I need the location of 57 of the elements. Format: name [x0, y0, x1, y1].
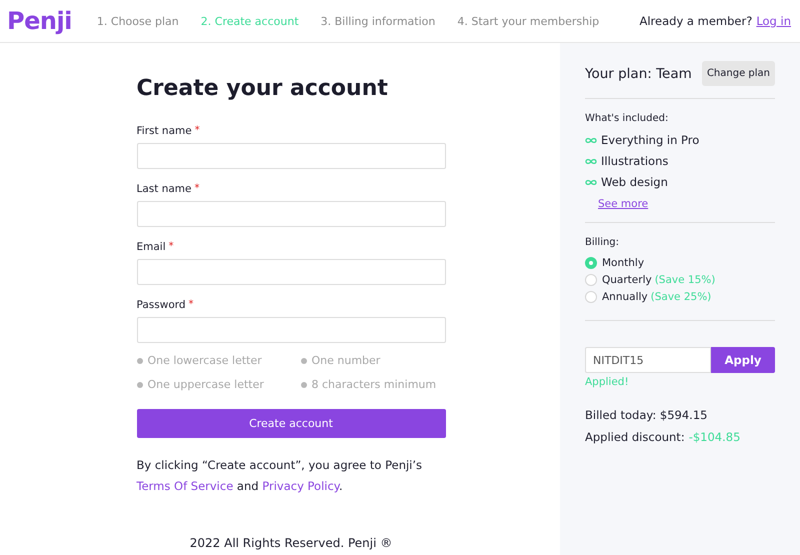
infinity-icon — [585, 158, 597, 164]
password-rule: One uppercase letter — [148, 378, 264, 391]
feature-item: Everything in Pro — [601, 133, 700, 147]
change-plan-button[interactable]: Change plan — [702, 61, 775, 86]
password-rule: 8 characters minimum — [312, 378, 436, 391]
page-title: Create your account — [136, 76, 389, 101]
option-label[interactable]: Quarterly — [602, 274, 652, 286]
section-label: Billing: — [585, 237, 620, 248]
field-label: Password — [136, 299, 186, 311]
promo-code-field[interactable]: NITDIT15 — [585, 347, 711, 373]
bullet-icon — [300, 358, 306, 364]
radio-button[interactable] — [585, 274, 597, 286]
discount-label: Applied discount: — [585, 430, 685, 444]
input-field[interactable] — [136, 201, 446, 227]
field-label: Last name — [136, 183, 192, 195]
required-mark: * — [168, 241, 174, 253]
bullet-icon — [136, 358, 142, 364]
radio-button[interactable] — [585, 291, 597, 303]
create-account-button[interactable]: Create account — [136, 409, 446, 438]
required-mark: * — [188, 299, 194, 311]
input-field[interactable] — [136, 143, 446, 169]
copyright-text: 2022 All Rights Reserved. Penji ® — [190, 536, 392, 550]
discount-value: -$104.85 — [688, 430, 740, 444]
option-label[interactable]: Monthly — [602, 257, 644, 269]
radio-button[interactable] — [585, 257, 597, 269]
member-prompt: Already a member? — [640, 14, 752, 28]
feature-item: Illustrations — [601, 154, 668, 168]
step-tab[interactable]: 4. Start your membership — [457, 14, 600, 28]
field-label: Email — [136, 241, 166, 253]
bullet-icon — [300, 382, 306, 388]
applied-status: Applied! — [585, 376, 630, 388]
logo[interactable]: Penji — [7, 7, 72, 35]
required-mark: * — [194, 183, 200, 195]
privacy-link[interactable]: Privacy Policy — [262, 479, 339, 493]
password-rule: One lowercase letter — [148, 354, 262, 367]
field-label: First name — [136, 125, 192, 137]
input-field[interactable] — [136, 259, 446, 285]
password-rule: One number — [312, 354, 380, 367]
section-label: What's included: — [585, 113, 670, 124]
saving-text: (Save 25%) — [650, 291, 712, 303]
billed-today-text: Billed today: $594.15 — [585, 408, 708, 422]
infinity-icon — [585, 136, 597, 144]
feature-item: Web design — [601, 175, 668, 189]
infinity-icon — [585, 178, 597, 186]
required-mark: * — [194, 125, 200, 137]
login-link[interactable]: Log in — [756, 14, 791, 28]
plan-title: Your plan: Team — [585, 66, 692, 82]
step-tab[interactable]: 1. Choose plan — [96, 14, 179, 28]
input-field[interactable] — [136, 317, 446, 343]
terms-link[interactable]: Terms Of Service — [136, 479, 234, 493]
agreement-text: By clicking “Create account”, you agree to Penji’s Terms Of Service and Privacy Policy. — [136, 457, 424, 495]
option-label[interactable]: Annually — [602, 291, 648, 303]
bullet-icon — [136, 382, 142, 388]
see-more-link[interactable]: See more — [598, 198, 648, 210]
step-tab[interactable]: 3. Billing information — [320, 14, 436, 28]
apply-button[interactable]: Apply — [711, 347, 775, 373]
saving-text: (Save 15%) — [654, 274, 716, 286]
